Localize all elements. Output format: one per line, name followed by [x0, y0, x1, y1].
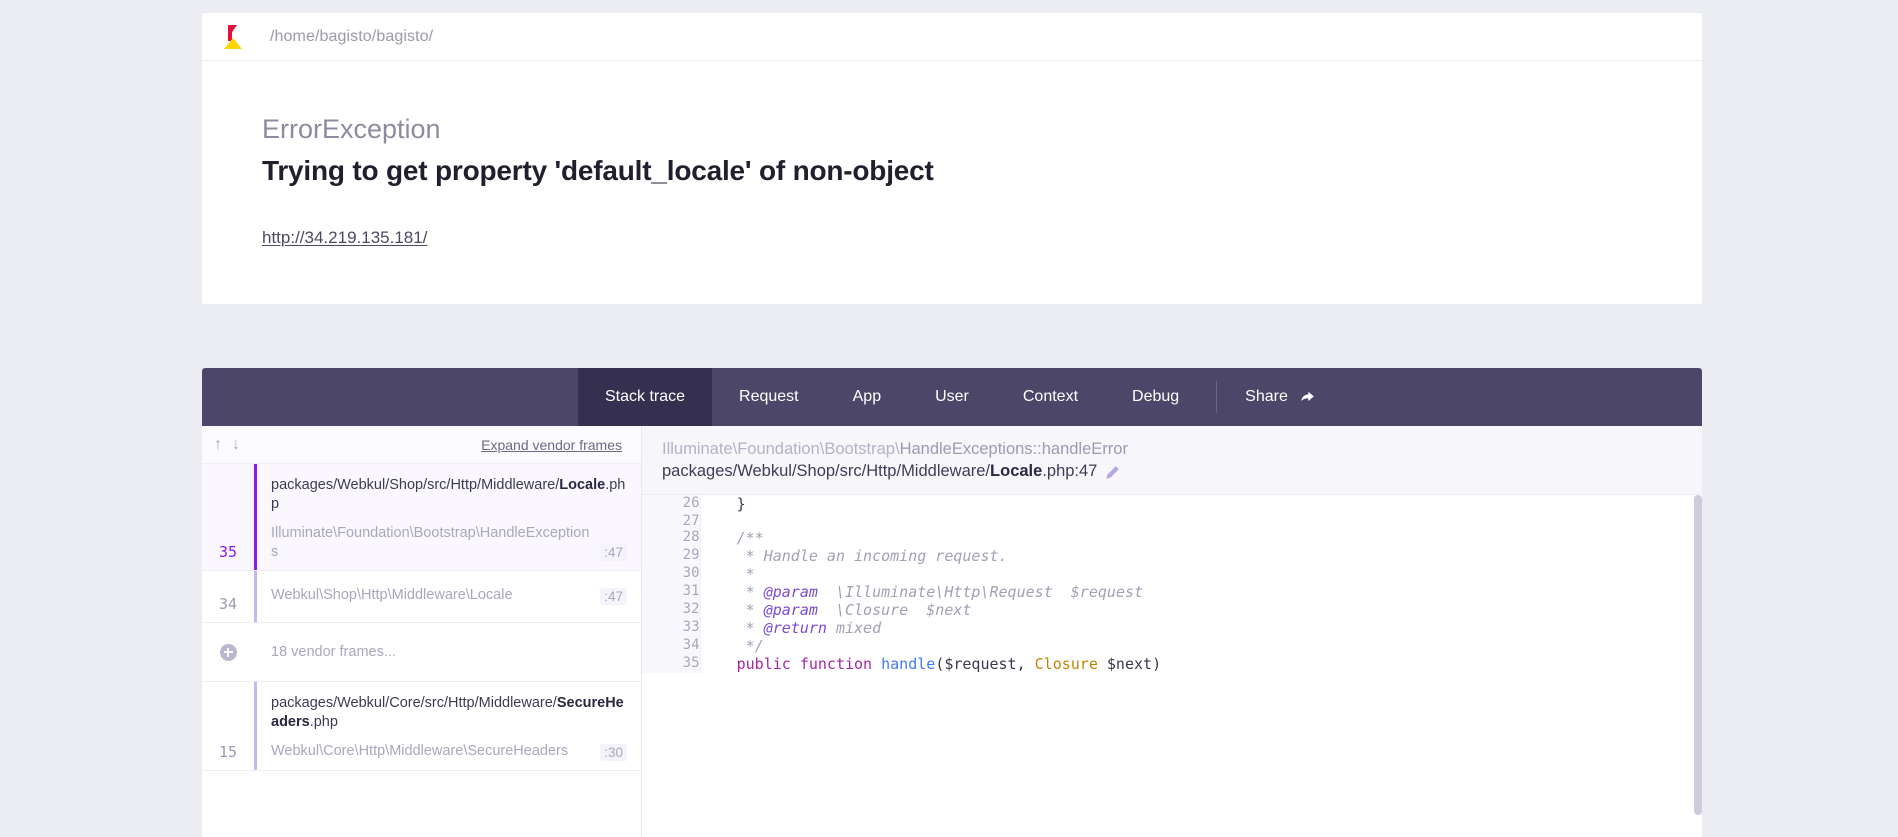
frame-class-name: Illuminate\Foundation\Bootstrap\HandleEx…	[271, 525, 590, 560]
exception-card: /home/bagisto/bagisto/ ErrorException Tr…	[202, 13, 1702, 305]
tab-divider	[1216, 381, 1218, 413]
stack-trace-panel: Stack trace Request App User Context Deb…	[202, 368, 1702, 837]
app-bar: /home/bagisto/bagisto/	[202, 13, 1702, 61]
frames-toolbar: ↑ ↓ Expand vendor frames	[202, 426, 641, 464]
code-line: 28 /**	[642, 528, 1702, 547]
code-line: 34 */	[642, 636, 1702, 655]
frame-class-name: Webkul\Core\Http\Middleware\SecureHeader…	[271, 743, 569, 760]
tab-stack-trace[interactable]: Stack trace	[578, 368, 713, 426]
exception-url-link[interactable]: http://34.219.135.181/	[262, 228, 427, 247]
pencil-edit-icon[interactable]	[1105, 464, 1120, 479]
code-line: 32 * @param \Closure $next	[642, 600, 1702, 619]
code-line-number: 33	[642, 618, 701, 637]
code-line-number: 30	[642, 564, 701, 583]
code-line: 35 public function handle($request, Clos…	[642, 654, 1702, 673]
project-path: /home/bagisto/bagisto/	[270, 27, 434, 45]
code-line: 27	[642, 512, 1702, 529]
tab-bar: Stack trace Request App User Context Deb…	[202, 368, 1702, 426]
share-button[interactable]: Share	[1227, 368, 1343, 426]
code-line: 29 * Handle an incoming request.	[642, 546, 1702, 565]
share-arrow-icon	[1299, 389, 1316, 406]
code-line-number: 26	[642, 494, 701, 513]
code-line-source: */	[700, 636, 764, 655]
share-label: Share	[1245, 388, 1288, 405]
frame-line-number: :47	[600, 587, 627, 605]
tab-app[interactable]: App	[826, 368, 908, 426]
code-line-source: /**	[700, 528, 764, 547]
frame-number: 15	[218, 742, 238, 761]
code-line-source: *	[700, 564, 755, 583]
table-row[interactable]: 35 packages/Webkul/Shop/src/Http/Middlew…	[202, 464, 641, 572]
tab-context[interactable]: Context	[996, 368, 1105, 426]
code-line-source: * @return mixed	[700, 618, 882, 637]
frame-file-path: packages/Webkul/Core/src/Http/Middleware…	[271, 695, 624, 730]
code-scrollbar[interactable]	[1693, 494, 1702, 837]
code-line: 30 *	[642, 564, 1702, 583]
code-line-number: 29	[642, 546, 701, 565]
code-line-source: * @param \Closure $next	[700, 600, 972, 619]
code-line-number: 34	[642, 636, 701, 655]
frame-number: 34	[218, 595, 238, 614]
arrow-up-icon[interactable]: ↑	[214, 436, 222, 453]
table-row[interactable]: 34 Webkul\Shop\Http\Middleware\Locale :4…	[202, 571, 641, 624]
expand-vendor-frames-link[interactable]: Expand vendor frames	[481, 437, 622, 453]
frame-class-name: Webkul\Shop\Http\Middleware\Locale	[271, 587, 513, 604]
plus-circle-icon[interactable]	[219, 643, 237, 661]
code-line-number: 31	[642, 582, 701, 601]
code-line-number: 35	[642, 654, 701, 673]
frame-number: 35	[218, 543, 238, 562]
code-line: 26 }	[642, 494, 1702, 513]
vendor-frames-label: 18 vendor frames...	[271, 644, 396, 661]
code-scrollbar-thumb[interactable]	[1694, 494, 1702, 815]
panel-body: ↑ ↓ Expand vendor frames 35 packages/Web…	[202, 426, 1702, 837]
frame-file-path: packages/Webkul/Shop/src/Http/Middleware…	[271, 477, 626, 512]
code-line-source: }	[700, 494, 746, 513]
expand-vendor-icon-cell	[202, 643, 254, 661]
code-scroll-area[interactable]: 26 } 27 28 /** 29 * Handle an incoming requ…	[642, 494, 1702, 837]
table-row[interactable]: 15 packages/Webkul/Core/src/Http/Middlew…	[202, 682, 641, 771]
exception-summary: ErrorException Trying to get property 'd…	[202, 61, 1702, 304]
exception-message: Trying to get property 'default_locale' …	[262, 155, 934, 187]
code-pane: Illuminate\Foundation\Bootstrap\HandleEx…	[642, 426, 1702, 837]
vendor-frames-row[interactable]: 18 vendor frames...	[202, 623, 641, 683]
code-header-class: Illuminate\Foundation\Bootstrap\HandleEx…	[662, 440, 1128, 458]
code-line: 31 * @param \Illuminate\Http\Request $re…	[642, 582, 1702, 601]
code-line-source: * Handle an incoming request.	[700, 546, 1008, 565]
code-header: Illuminate\Foundation\Bootstrap\HandleEx…	[642, 426, 1702, 495]
frames-sidebar: ↑ ↓ Expand vendor frames 35 packages/Web…	[202, 426, 642, 837]
code-line-number: 27	[642, 512, 701, 529]
exception-class: ErrorException	[262, 114, 441, 144]
code-header-file: packages/Webkul/Shop/src/Http/Middleware…	[662, 460, 1684, 482]
tab-request[interactable]: Request	[712, 368, 826, 426]
code-line-source: public function handle($request, Closure…	[736, 654, 1162, 673]
flare-logo-icon	[224, 23, 244, 51]
tab-debug[interactable]: Debug	[1105, 368, 1206, 426]
code-line: 33 * @return mixed	[642, 618, 1702, 637]
code-line-number: 32	[642, 600, 701, 619]
frame-line-number: :30	[600, 743, 627, 761]
code-listing: 26 } 27 28 /** 29 * Handle an incoming requ…	[642, 494, 1702, 673]
arrow-down-icon[interactable]: ↓	[232, 436, 240, 453]
code-line-source	[700, 513, 1702, 529]
code-line-number: 28	[642, 528, 701, 547]
error-page: /home/bagisto/bagisto/ ErrorException Tr…	[0, 0, 1898, 837]
code-line-source: * @param \Illuminate\Http\Request $reque…	[700, 582, 1144, 601]
frame-line-number: :47	[600, 544, 627, 562]
tab-user[interactable]: User	[908, 368, 996, 426]
